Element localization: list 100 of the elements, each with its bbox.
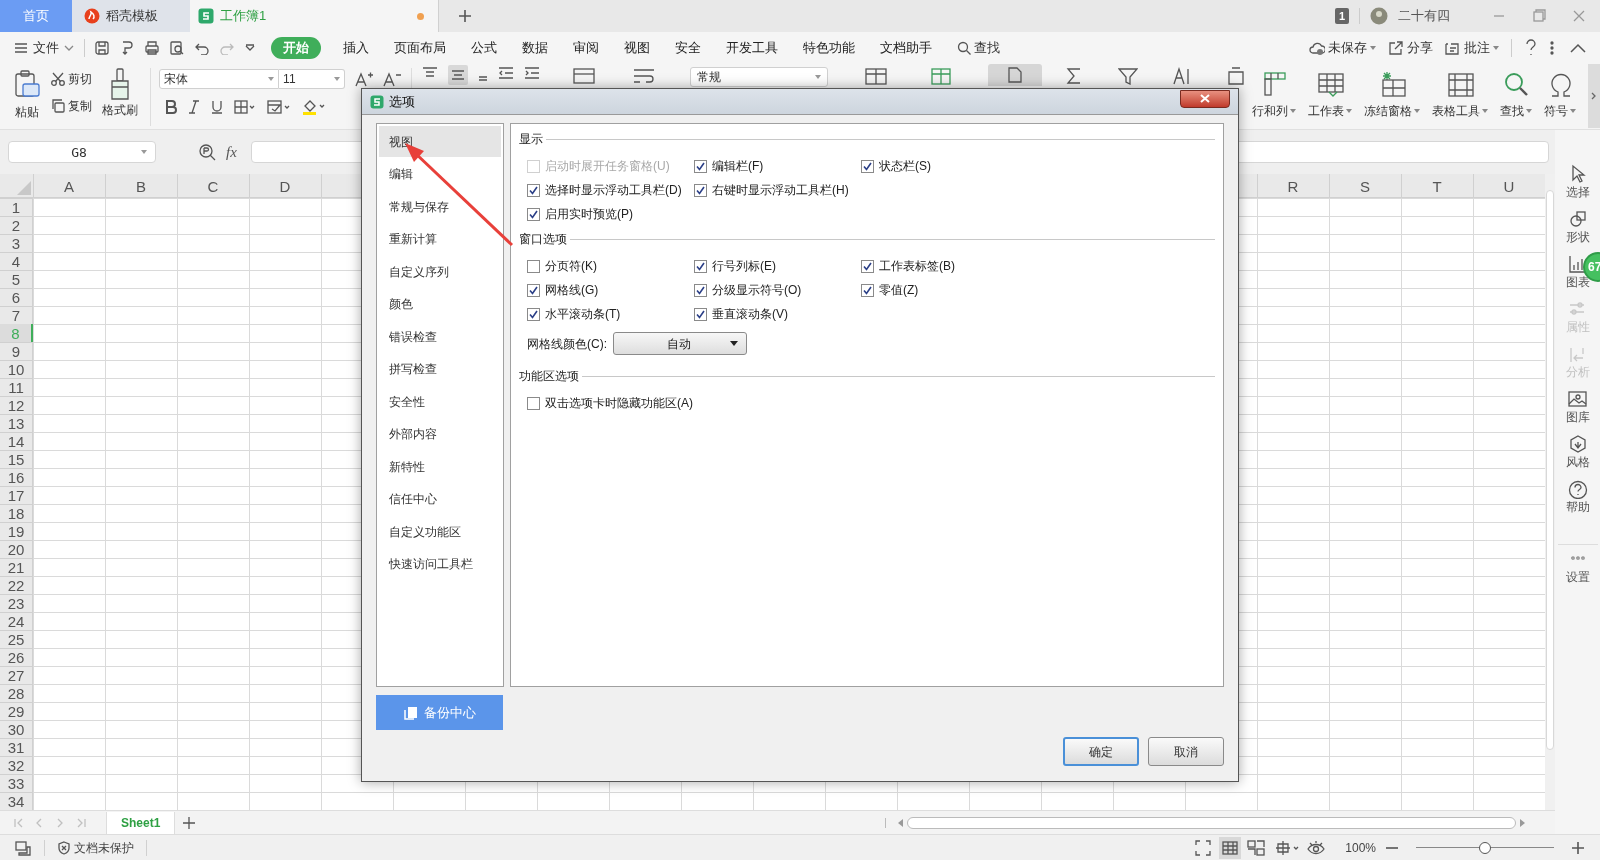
filter-icon[interactable] [1117, 67, 1138, 85]
row-header[interactable]: 16 [0, 468, 32, 486]
decrease-font-icon[interactable] [383, 71, 402, 87]
ribbon-tab[interactable]: 特色功能 [803, 37, 855, 59]
color-select[interactable]: 自动 [613, 332, 747, 355]
save-icon[interactable] [95, 41, 109, 55]
row-header[interactable]: 4 [0, 252, 32, 270]
row-header[interactable]: 34 [0, 792, 32, 810]
column-header[interactable]: T [1432, 178, 1442, 194]
row-header[interactable]: 14 [0, 432, 32, 450]
category-item[interactable]: 快速访问工具栏 [379, 548, 501, 580]
row-header[interactable]: 31 [0, 738, 32, 756]
row-header[interactable]: 23 [0, 594, 32, 612]
row-header[interactable]: 6 [0, 288, 32, 306]
ribbon-tab[interactable]: 页面布局 [394, 37, 446, 59]
fill-icon[interactable] [1225, 67, 1246, 85]
row-header[interactable]: 1 [0, 198, 32, 216]
row-header[interactable]: 28 [0, 684, 32, 702]
paste-button[interactable]: 粘贴 [12, 70, 42, 121]
row-header[interactable]: 24 [0, 612, 32, 630]
row-header[interactable]: 7 [0, 306, 32, 324]
checkbox-option[interactable]: 双击选项卡时隐藏功能区(A) [527, 394, 694, 412]
column-header[interactable]: B [136, 178, 146, 194]
slider-thumb[interactable] [1479, 841, 1491, 854]
table-style-icon[interactable] [863, 67, 888, 85]
ribbon-tab[interactable]: 插入 [343, 37, 369, 59]
row-header[interactable]: 25 [0, 630, 32, 648]
checkbox-option[interactable]: 水平滚动条(T) [527, 305, 694, 323]
fill-color-icon[interactable] [302, 99, 327, 115]
file-menu[interactable]: 文件 [14, 38, 74, 58]
category-item[interactable]: 自定义序列 [379, 256, 501, 287]
font-size-select[interactable]: 11 [279, 69, 346, 89]
underline-icon[interactable] [211, 100, 224, 114]
zoom-slider[interactable] [1416, 840, 1554, 855]
row-header[interactable]: 13 [0, 414, 32, 432]
row-header[interactable]: 32 [0, 756, 32, 774]
close-button[interactable] [1180, 89, 1230, 108]
more-icon[interactable] [1550, 40, 1554, 56]
normal-view-button[interactable] [1219, 836, 1242, 859]
category-item[interactable]: 信任中心 [379, 483, 501, 515]
ribbon-tab[interactable]: 开发工具 [726, 37, 778, 59]
side-panel-button[interactable]: 风格 [1565, 434, 1590, 470]
user-name[interactable]: 二十有四 [1398, 6, 1450, 26]
checkbox-option[interactable]: 右键时显示浮动工具栏(H) [694, 181, 861, 199]
row-header[interactable]: 9 [0, 342, 32, 360]
checkbox-option[interactable]: 垂直滚动条(V) [694, 305, 861, 323]
row-header[interactable]: 30 [0, 720, 32, 738]
merge-cells-icon[interactable] [571, 67, 596, 85]
font-select[interactable]: 宋体 [159, 69, 280, 89]
collapse-icon[interactable] [1570, 43, 1586, 53]
checkbox-option[interactable]: 启用实时预览(P) [527, 205, 694, 223]
side-panel-button[interactable]: 设置 [1557, 544, 1598, 585]
column-header[interactable]: R [1287, 178, 1299, 194]
checkbox-option[interactable]: 行号列标(E) [694, 257, 861, 275]
ribbon-tab[interactable]: 安全 [675, 37, 701, 59]
full-screen-icon[interactable] [1195, 839, 1212, 856]
checkbox-option[interactable]: 分级显示符号(O) [694, 281, 861, 299]
name-box[interactable]: G8 [8, 141, 156, 163]
increase-font-icon[interactable] [355, 71, 374, 87]
ribbon-tab[interactable]: 数据 [522, 37, 548, 59]
format-painter-button[interactable]: 格式刷 [102, 68, 139, 119]
sum-icon[interactable] [1065, 67, 1082, 85]
category-item[interactable]: 拼写检查 [379, 353, 501, 385]
row-header[interactable]: 11 [0, 378, 32, 396]
search-button[interactable]: 查找 [957, 38, 1000, 58]
borders-icon[interactable] [234, 100, 257, 114]
side-panel-button[interactable]: 形状 [1565, 209, 1590, 245]
category-item[interactable]: 错误检查 [379, 321, 501, 352]
horizontal-scrollbar[interactable] [885, 815, 1525, 830]
checkbox-option[interactable]: 工作表标签(B) [861, 257, 1028, 275]
copy-button[interactable]: 复制 [51, 97, 93, 115]
row-header[interactable]: 19 [0, 522, 32, 540]
reading-layout-icon[interactable] [1275, 839, 1300, 856]
print-icon[interactable] [145, 41, 159, 55]
checkbox-option[interactable]: 状态栏(S) [861, 157, 1028, 175]
zoom-in-icon[interactable] [1572, 841, 1584, 854]
ribbon-tool-button[interactable]: 行和列 [1245, 70, 1302, 120]
align-middle-button[interactable] [447, 65, 468, 85]
ribbon-tool-button[interactable]: 查找 [1493, 70, 1538, 120]
cut-button[interactable]: 剪切 [51, 70, 93, 88]
bold-icon[interactable] [165, 100, 178, 114]
document-status-icon[interactable] [14, 839, 32, 856]
column-header[interactable]: S [1360, 178, 1370, 194]
insert-button[interactable] [987, 64, 1042, 86]
category-item[interactable]: 自定义功能区 [379, 516, 501, 547]
dropdown-icon[interactable] [245, 44, 255, 52]
side-panel-button[interactable]: 选择 [1565, 164, 1590, 200]
ribbon-tool-button[interactable]: 符号 [1537, 70, 1582, 120]
row-header[interactable]: 10 [0, 360, 32, 378]
row-header[interactable]: 5 [0, 270, 32, 288]
page-break-icon[interactable] [1247, 839, 1266, 856]
category-item[interactable]: 外部内容 [379, 418, 501, 450]
checkbox-option[interactable]: 选择时显示浮动工具栏(D) [527, 181, 694, 199]
comment-button[interactable]: 批注 [1445, 38, 1499, 58]
category-item[interactable]: 新特性 [379, 451, 501, 482]
eye-icon[interactable] [1307, 839, 1326, 856]
number-format-select[interactable]: 常规 [689, 67, 828, 87]
category-item[interactable]: 重新计算 [379, 223, 501, 255]
column-header[interactable]: A [64, 178, 74, 194]
help-icon[interactable] [1524, 39, 1538, 57]
